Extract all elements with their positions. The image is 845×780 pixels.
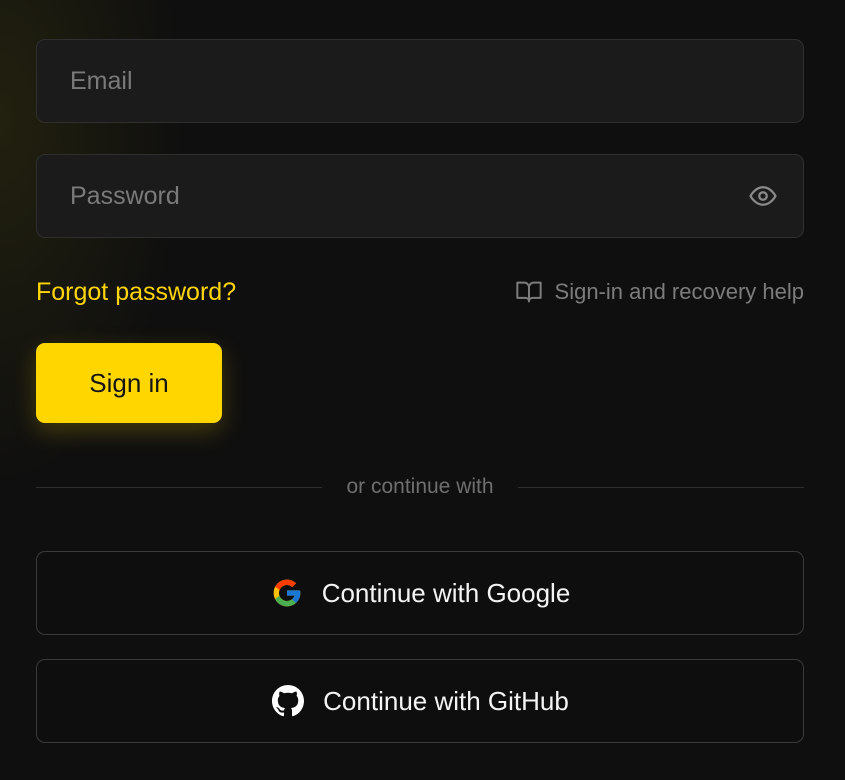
divider-line-left (36, 486, 323, 488)
links-row: Forgot password? Sign-in and recovery he… (36, 274, 804, 310)
eye-icon[interactable] (747, 180, 779, 212)
divider-label: or continue with (346, 475, 494, 498)
continue-with-github-button[interactable]: Continue with GitHub (36, 659, 804, 743)
password-field-container (36, 154, 804, 238)
sign-in-form: Forgot password? Sign-in and recovery he… (36, 39, 804, 743)
password-field[interactable] (37, 155, 803, 237)
email-field-container (36, 39, 804, 123)
sign-in-help-label: Sign-in and recovery help (554, 279, 804, 304)
sign-in-help-link[interactable]: Sign-in and recovery help (515, 278, 804, 306)
divider: or continue with (36, 467, 804, 507)
continue-with-google-label: Continue with Google (321, 577, 571, 608)
email-field[interactable] (37, 40, 803, 122)
github-logo-icon (271, 684, 305, 718)
book-open-icon (515, 278, 543, 306)
google-logo-icon (270, 576, 304, 610)
sign-in-button[interactable]: Sign in (36, 343, 222, 423)
continue-with-google-button[interactable]: Continue with Google (36, 551, 804, 635)
divider-line-right (517, 486, 804, 488)
forgot-password-link[interactable]: Forgot password? (36, 278, 236, 307)
continue-with-github-label: Continue with GitHub (323, 685, 569, 716)
